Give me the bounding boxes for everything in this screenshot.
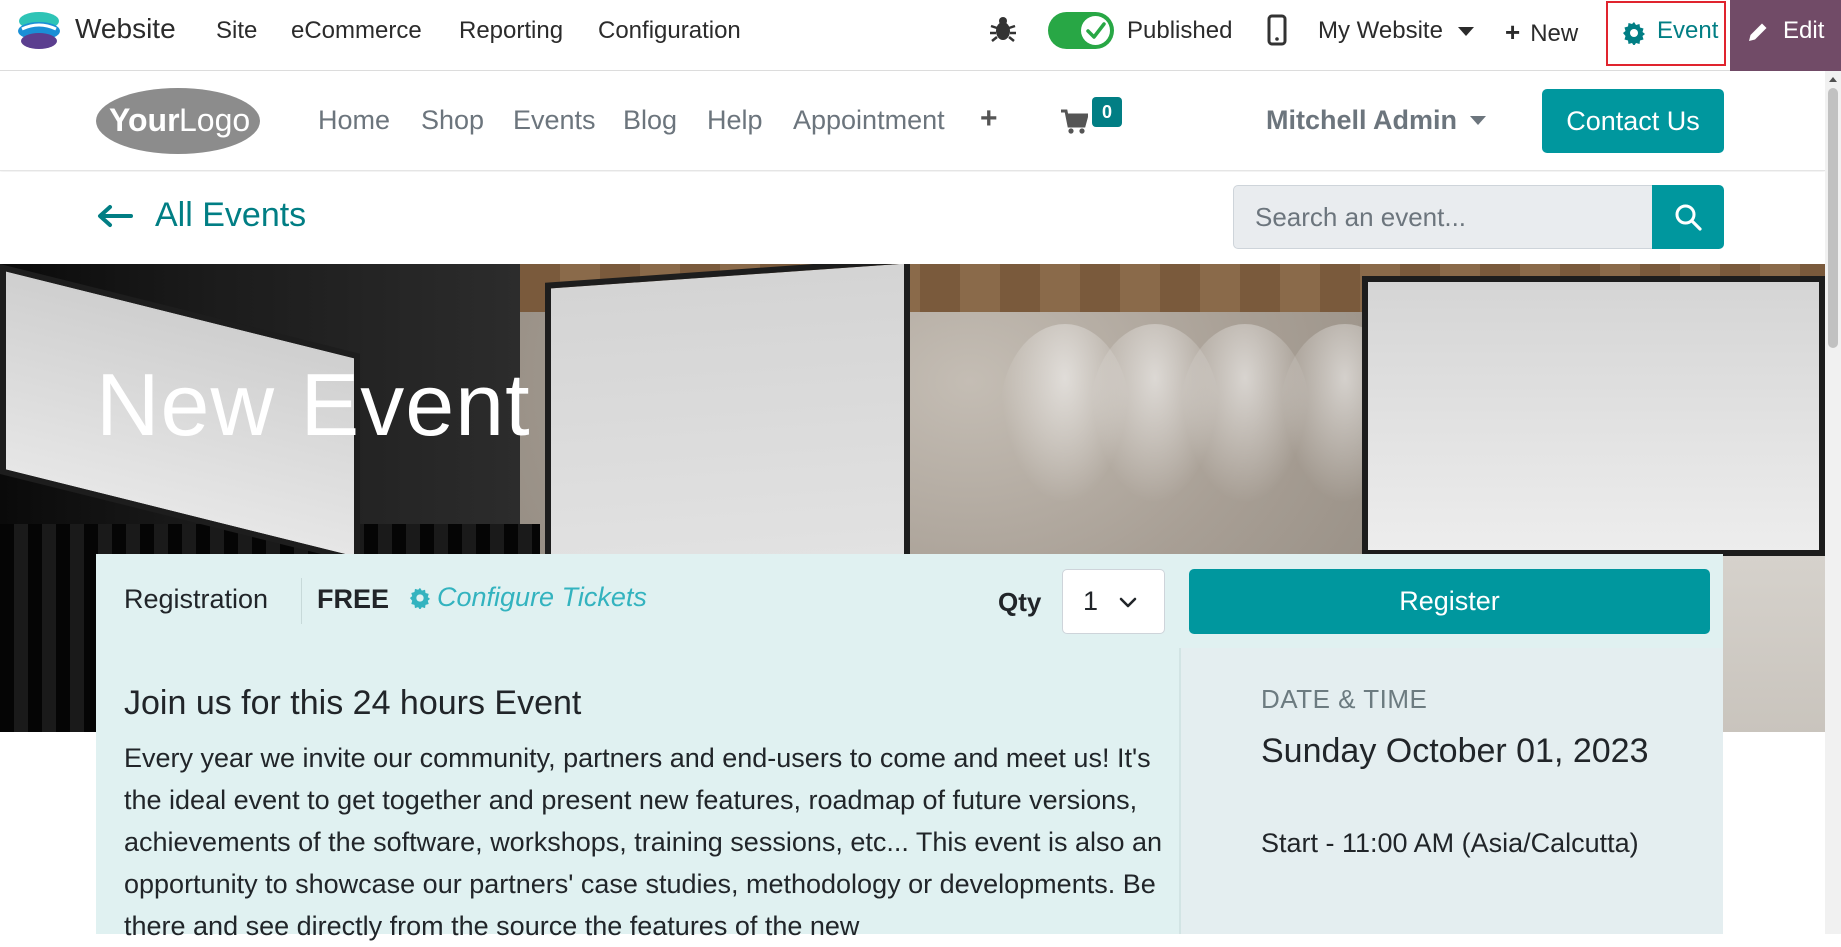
event-subnav: All Events xyxy=(0,172,1825,264)
user-menu[interactable]: Mitchell Admin xyxy=(1266,105,1457,136)
search-button[interactable] xyxy=(1652,185,1724,249)
date-time-panel: DATE & TIME Sunday October 01, 2023 Star… xyxy=(1181,648,1723,934)
menu-site[interactable]: Site xyxy=(216,17,257,45)
new-button[interactable]: + New xyxy=(1505,17,1578,48)
all-events-label: All Events xyxy=(155,196,307,234)
toggle-knob xyxy=(1081,16,1110,45)
scroll-up-arrow-icon[interactable] xyxy=(1829,77,1837,82)
scrollbar-thumb[interactable] xyxy=(1828,88,1838,348)
admin-navbar: Website Site eCommerce Reporting Configu… xyxy=(0,0,1841,71)
event-description-section: Join us for this 24 hours Event Every ye… xyxy=(124,684,1174,947)
gear-icon xyxy=(409,587,431,610)
qty-value: 1 xyxy=(1083,586,1099,616)
nav-events[interactable]: Events xyxy=(513,105,596,136)
configure-tickets-link[interactable]: Configure Tickets xyxy=(409,582,647,613)
user-chevron-down-icon[interactable] xyxy=(1470,116,1486,125)
event-date: Sunday October 01, 2023 xyxy=(1261,732,1649,770)
menu-configuration[interactable]: Configuration xyxy=(598,17,741,45)
edit-label: Edit xyxy=(1783,17,1825,44)
event-start-time: Start - 11:00 AM (Asia/Calcutta) xyxy=(1261,828,1639,858)
event-search-input[interactable] xyxy=(1233,185,1653,249)
nav-home[interactable]: Home xyxy=(318,105,390,136)
event-title: New Event xyxy=(96,355,531,454)
website-selector[interactable]: My Website xyxy=(1318,17,1443,45)
ticket-price: FREE xyxy=(317,584,390,614)
event-description: Every year we invite our community, part… xyxy=(124,743,1163,941)
qty-label: Qty xyxy=(998,587,1042,617)
mobile-preview-icon[interactable] xyxy=(1267,14,1287,46)
event-button[interactable]: Event xyxy=(1606,1,1726,66)
app-brand[interactable]: Website xyxy=(75,13,176,45)
registration-label: Registration xyxy=(124,584,269,614)
hero-bg-screen xyxy=(1362,276,1825,556)
chevron-down-icon xyxy=(1119,597,1137,608)
event-registration-card: Registration FREE Configure Tickets Qty … xyxy=(96,554,1723,941)
new-label: New xyxy=(1530,20,1579,47)
search-icon xyxy=(1675,204,1702,231)
edit-button[interactable]: Edit xyxy=(1730,0,1841,71)
website-header: Your Logo Home Shop Events Blog Help App… xyxy=(0,71,1825,171)
menu-ecommerce[interactable]: eCommerce xyxy=(291,17,422,45)
gear-icon xyxy=(1623,22,1645,45)
nav-appointment[interactable]: Appointment xyxy=(793,105,945,136)
contact-us-button[interactable]: Contact Us xyxy=(1542,89,1724,153)
add-menu-plus-icon[interactable]: + xyxy=(980,102,998,136)
menu-reporting[interactable]: Reporting xyxy=(459,17,563,45)
cart-icon[interactable] xyxy=(1060,109,1088,135)
register-button[interactable]: Register xyxy=(1189,569,1710,634)
chevron-down-icon[interactable] xyxy=(1458,27,1474,36)
divider xyxy=(301,578,302,624)
arrow-left-icon xyxy=(98,205,133,227)
svg-text:Your: Your xyxy=(109,102,180,138)
check-icon xyxy=(1086,22,1106,39)
plus-icon: + xyxy=(1505,17,1521,47)
pencil-icon xyxy=(1749,23,1767,41)
svg-text:Logo: Logo xyxy=(179,102,250,138)
registration-bar: Registration FREE Configure Tickets Qty … xyxy=(96,554,1723,648)
nav-blog[interactable]: Blog xyxy=(623,105,677,136)
page-scrollbar[interactable] xyxy=(1825,71,1841,934)
cart-count-badge: 0 xyxy=(1092,97,1122,127)
date-time-label: DATE & TIME xyxy=(1261,684,1428,714)
configure-tickets-label: Configure Tickets xyxy=(437,582,647,612)
debug-bug-icon[interactable] xyxy=(988,14,1018,44)
published-label: Published xyxy=(1127,17,1233,44)
event-heading: Join us for this 24 hours Event xyxy=(124,684,582,722)
published-toggle[interactable] xyxy=(1048,12,1114,49)
nav-shop[interactable]: Shop xyxy=(421,105,484,136)
event-label: Event xyxy=(1657,17,1719,44)
nav-help[interactable]: Help xyxy=(707,105,763,136)
your-logo-icon[interactable]: Your Logo xyxy=(95,85,262,155)
qty-select[interactable]: 1 xyxy=(1062,569,1165,634)
website-app-icon[interactable] xyxy=(16,7,62,53)
